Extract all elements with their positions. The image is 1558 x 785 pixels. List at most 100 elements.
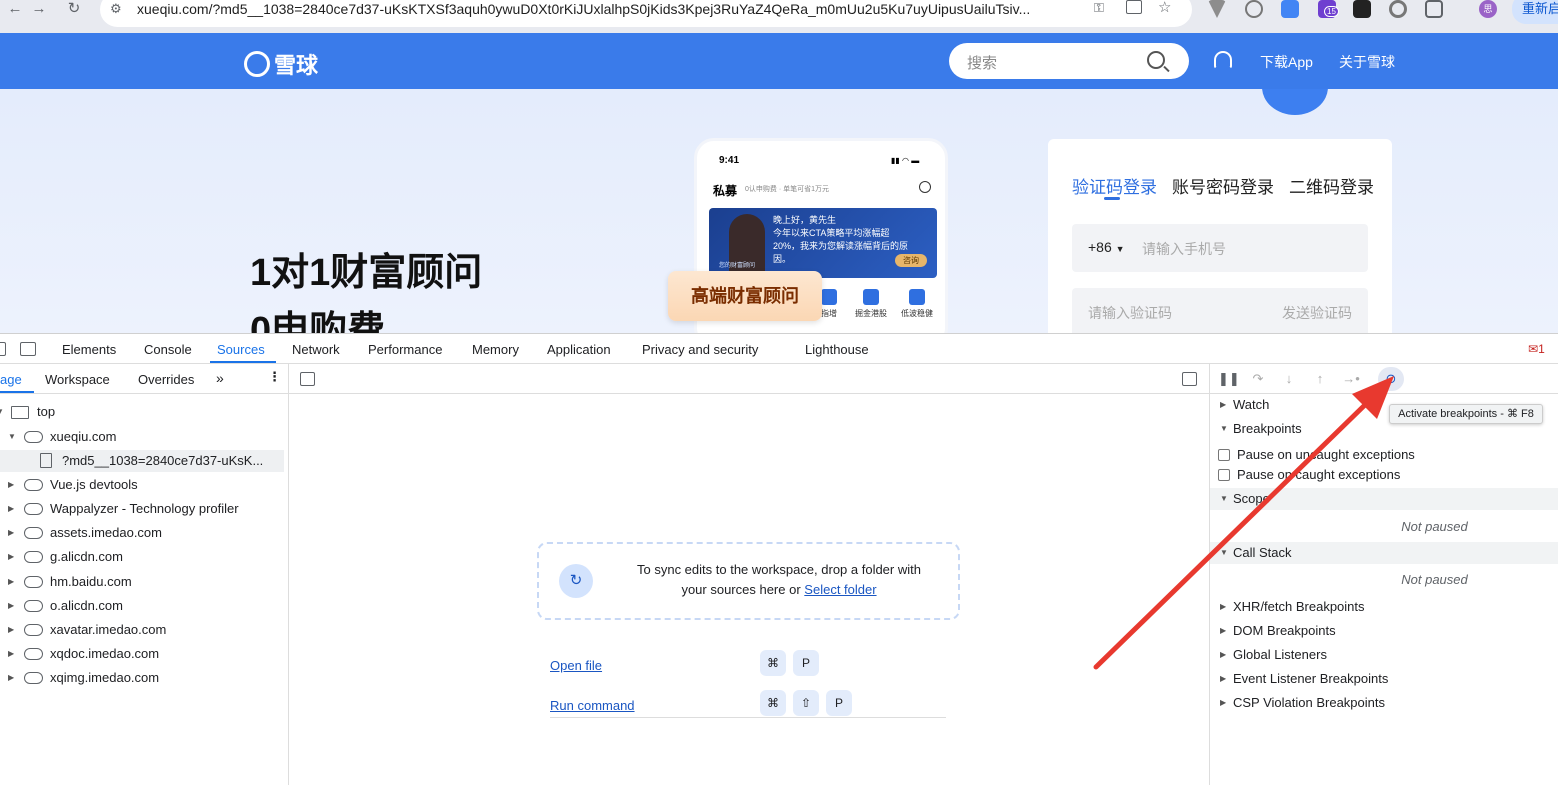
extensions-puzzle-icon[interactable] xyxy=(1425,0,1443,18)
install-icon[interactable] xyxy=(1126,0,1142,14)
expand-icon[interactable]: ▶ xyxy=(8,643,14,665)
tab-workspace[interactable]: Workspace xyxy=(45,372,110,387)
expand-icon[interactable]: ▶ xyxy=(8,619,14,641)
code-field[interactable]: 请输入验证码 发送验证码 xyxy=(1072,288,1368,333)
tree-item-xqimg[interactable]: ▶ xqimg.imedao.com xyxy=(0,667,289,689)
extension-circle-icon[interactable] xyxy=(1245,0,1263,18)
toggle-navigator-icon[interactable] xyxy=(300,372,315,386)
tree-item-xqdoc[interactable]: ▶ xqdoc.imedao.com xyxy=(0,643,289,665)
device-toolbar-icon[interactable] xyxy=(20,342,36,356)
tree-item-assets[interactable]: ▶ assets.imedao.com xyxy=(0,522,289,544)
relaunch-button[interactable]: 重新启 xyxy=(1512,0,1558,24)
section-event-listener-breakpoints[interactable]: ▶ Event Listener Breakpoints xyxy=(1210,668,1558,690)
tab-lighthouse[interactable]: Lighthouse xyxy=(805,342,869,357)
tab-network[interactable]: Network xyxy=(292,342,340,357)
send-code-button[interactable]: 发送验证码 xyxy=(1282,303,1352,323)
tab-performance[interactable]: Performance xyxy=(368,342,442,357)
section-scope[interactable]: ▼ Scope xyxy=(1210,488,1558,510)
tree-label: xqdoc.imedao.com xyxy=(50,646,160,661)
tree-item-vue-devtools[interactable]: ▶ Vue.js devtools xyxy=(0,474,289,496)
tab-elements[interactable]: Elements xyxy=(62,342,116,357)
extension-v-icon[interactable] xyxy=(1208,0,1226,18)
inspect-element-icon[interactable] xyxy=(0,342,6,356)
tab-memory[interactable]: Memory xyxy=(472,342,519,357)
reload-icon[interactable]: ↻ xyxy=(59,0,89,20)
extension-dark-icon[interactable] xyxy=(1353,0,1371,18)
cloud-icon xyxy=(24,648,43,660)
step-over-icon[interactable]: ↷ xyxy=(1248,370,1268,388)
caret-down-icon: ▼ xyxy=(1115,244,1125,254)
expand-icon[interactable]: ▶ xyxy=(8,571,14,593)
headset-icon[interactable] xyxy=(1214,51,1232,69)
bookmark-star-icon[interactable]: ☆ xyxy=(1158,0,1171,16)
more-options-icon[interactable]: ⋮ xyxy=(268,369,281,385)
tree-item-o-alicdn[interactable]: ▶ o.alicdn.com xyxy=(0,595,289,617)
download-app-link[interactable]: 下载App xyxy=(1260,52,1313,72)
tree-item-xavatar[interactable]: ▶ xavatar.imedao.com xyxy=(0,619,289,641)
section-xhr-breakpoints[interactable]: ▶ XHR/fetch Breakpoints xyxy=(1210,596,1558,618)
consult-button: 咨询 xyxy=(895,254,927,267)
tab-password-login[interactable]: 账号密码登录 xyxy=(1172,173,1274,198)
pause-uncaught-checkbox[interactable] xyxy=(1218,449,1230,461)
error-badge[interactable]: ✉1 xyxy=(1528,342,1545,356)
key-icon[interactable]: ⚿ xyxy=(1094,0,1104,16)
tab-overrides[interactable]: Overrides xyxy=(138,372,194,387)
step-out-icon[interactable]: ↑ xyxy=(1310,370,1330,388)
phone-field[interactable]: +86 ▼ 请输入手机号 xyxy=(1072,224,1368,272)
translate-icon[interactable] xyxy=(1281,0,1299,18)
search-icon[interactable] xyxy=(1147,51,1165,69)
expand-icon[interactable]: ▶ xyxy=(8,498,14,520)
section-label: Watch xyxy=(1233,397,1270,412)
tree-item-file[interactable]: ?md5__1038=2840ce7d37-uKsK... xyxy=(0,450,284,472)
step-icon[interactable]: →• xyxy=(1341,370,1361,388)
kbd-cmd: ⌘ xyxy=(760,650,786,676)
debugger-sidebar: ❚❚ ↷ ↓ ↑ →• ⊘ Activate breakpoints - ⌘ F… xyxy=(1209,364,1558,785)
address-bar[interactable]: ⚙ xueqiu.com/?md5__1038=2840ce7d37-uKsKT… xyxy=(100,0,1192,27)
tree-item-hm-baidu[interactable]: ▶ hm.baidu.com xyxy=(0,571,289,593)
tree-item-top[interactable]: ▼ top xyxy=(0,401,289,423)
tab-console[interactable]: Console xyxy=(144,342,192,357)
expand-icon[interactable]: ▶ xyxy=(8,667,14,689)
section-call-stack[interactable]: ▼ Call Stack xyxy=(1210,542,1558,564)
tab-application[interactable]: Application xyxy=(547,342,611,357)
tree-item-g-alicdn[interactable]: ▶ g.alicdn.com xyxy=(0,546,289,568)
extension-ring-icon[interactable] xyxy=(1389,0,1407,18)
section-global-listeners[interactable]: ▶ Global Listeners xyxy=(1210,644,1558,666)
country-code-select[interactable]: +86 ▼ xyxy=(1088,239,1125,255)
more-tabs-icon[interactable]: » xyxy=(216,370,224,386)
tab-page[interactable]: age xyxy=(0,372,22,387)
site-search-input[interactable]: 搜索 xyxy=(949,43,1189,79)
tree-item-xueqiu[interactable]: ▼ xueqiu.com xyxy=(0,426,289,448)
expand-icon[interactable]: ▶ xyxy=(8,474,14,496)
tab-privacy-security[interactable]: Privacy and security xyxy=(642,342,758,357)
expand-icon[interactable]: ▶ xyxy=(8,522,14,544)
phone-subtitle: 0认申购费 · 单笔可省1万元 xyxy=(745,186,830,193)
collapse-icon[interactable]: ▼ xyxy=(8,426,16,448)
section-dom-breakpoints[interactable]: ▶ DOM Breakpoints xyxy=(1210,620,1558,642)
section-csp-breakpoints[interactable]: ▶ CSP Violation Breakpoints xyxy=(1210,692,1558,714)
pause-icon[interactable]: ❚❚ xyxy=(1218,370,1240,388)
extension-badge-icon[interactable]: 15 xyxy=(1318,0,1339,18)
url-text[interactable]: xueqiu.com/?md5__1038=2840ce7d37-uKsKTXS… xyxy=(137,1,1082,17)
expand-icon[interactable]: ▶ xyxy=(8,546,14,568)
tab-sources[interactable]: Sources xyxy=(217,342,265,357)
collapse-icon[interactable]: ▼ xyxy=(0,401,4,423)
tab-sms-login[interactable]: 验证码登录 xyxy=(1072,173,1157,198)
run-command-link[interactable]: Run command xyxy=(550,698,635,713)
forward-icon[interactable]: → xyxy=(24,0,54,20)
profile-avatar[interactable]: 思 xyxy=(1479,0,1497,18)
about-link[interactable]: 关于雪球 xyxy=(1339,52,1395,72)
tab-qr-login[interactable]: 二维码登录 xyxy=(1289,173,1374,198)
tree-item-wappalyzer[interactable]: ▶ Wappalyzer - Technology profiler xyxy=(0,498,289,520)
run-command-shortcut: Run command ⌘ ⇧ P xyxy=(550,686,946,726)
expand-icon[interactable]: ▶ xyxy=(8,595,14,617)
deactivate-breakpoints-icon[interactable]: ⊘ xyxy=(1378,367,1404,391)
toggle-debugger-icon[interactable] xyxy=(1182,372,1197,386)
pause-caught-checkbox[interactable] xyxy=(1218,469,1230,481)
site-settings-icon[interactable]: ⚙ xyxy=(110,1,122,17)
open-file-link[interactable]: Open file xyxy=(550,658,602,673)
select-folder-link[interactable]: Select folder xyxy=(804,582,876,597)
step-into-icon[interactable]: ↓ xyxy=(1279,370,1299,388)
workspace-drop-zone[interactable]: ↻ To sync edits to the workspace, drop a… xyxy=(537,542,960,620)
site-logo[interactable]: 雪球 xyxy=(244,48,318,80)
